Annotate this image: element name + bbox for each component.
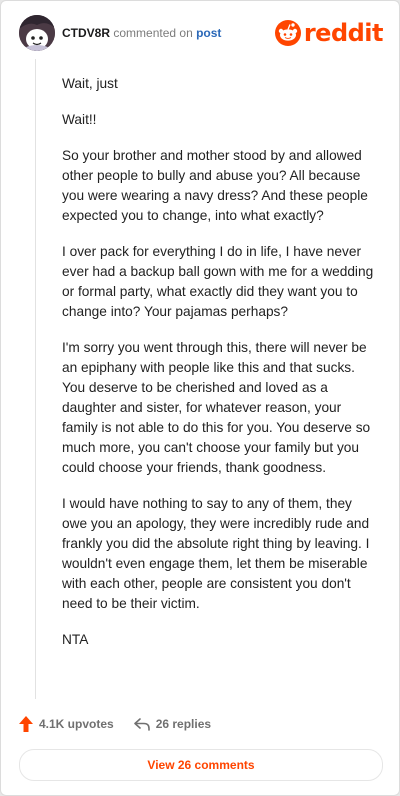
comment-card: CTDV8R commented on post reddit Wait, ju… (0, 0, 400, 796)
comment-paragraph: Wait, just (62, 76, 118, 91)
comment-paragraph: Wait!! (62, 112, 97, 127)
replies-button[interactable]: 26 replies (133, 717, 212, 731)
comment-paragraph: I'm sorry you went through this, there w… (62, 340, 371, 475)
comment-body: Wait, just Wait!! So your brother and mo… (62, 74, 380, 666)
reply-arrow-icon (133, 718, 150, 731)
comment-header: CTDV8R commented on post reddit (19, 15, 384, 51)
commented-on-text: commented on (113, 26, 193, 40)
comment-paragraph: I would have nothing to say to any of th… (62, 496, 370, 611)
view-comments-button[interactable]: View 26 comments (19, 749, 383, 781)
reddit-wordmark: reddit (303, 19, 384, 47)
reply-count: 26 replies (155, 717, 212, 731)
comment-paragraph: NTA (62, 632, 89, 647)
upvote-arrow-icon (19, 716, 33, 732)
reddit-snoo-logo-icon (274, 20, 301, 46)
avatar[interactable] (19, 15, 55, 51)
comment-paragraph: So your brother and mother stood by and … (62, 148, 368, 223)
comment-paragraph: I over pack for everything I do in life,… (62, 244, 374, 319)
snoo-avatar-icon (19, 15, 55, 51)
comment-meta: CTDV8R commented on post (62, 26, 221, 40)
username-link[interactable]: CTDV8R (62, 26, 110, 40)
comment-actions: 4.1K upvotes 26 replies (19, 713, 211, 735)
upvote-button[interactable]: 4.1K upvotes (19, 716, 114, 732)
upvote-count: 4.1K upvotes (39, 717, 114, 731)
post-link[interactable]: post (196, 26, 221, 40)
thread-line (35, 59, 36, 699)
reddit-logo[interactable]: reddit (274, 19, 384, 47)
